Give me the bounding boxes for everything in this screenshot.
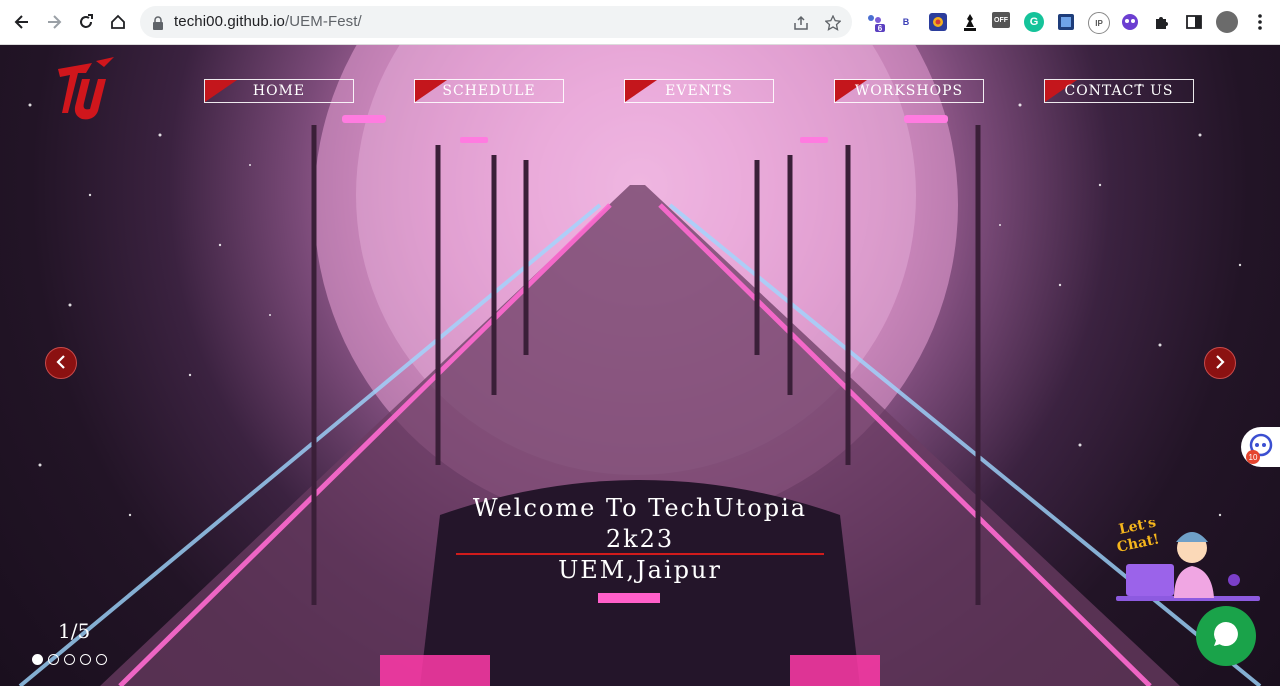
slide-dot-5[interactable] [96,654,107,665]
nav-label: CONTACT US [1064,83,1174,99]
nav-schedule[interactable]: SCHEDULE [414,79,564,103]
share-icon[interactable] [792,14,810,32]
hero-slider: HOME SCHEDULE EVENTS WORKSHOPS CONTACT U… [0,45,1280,686]
slide-dot-3[interactable] [64,654,75,665]
chess-extension-icon[interactable] [960,12,980,32]
site-logo[interactable] [52,55,118,125]
off-extension-icon[interactable]: OFF [992,12,1010,28]
color-extension-icon[interactable] [928,12,948,32]
welcome-line-1: Welcome To TechUtopia 2k23 [472,494,808,553]
nav-workshops[interactable]: WORKSHOPS [834,79,984,103]
chat-bubble-icon [1211,619,1241,653]
background-scene [18,45,1262,686]
forward-icon[interactable] [42,10,66,34]
prev-slide-button[interactable] [45,347,77,379]
address-bar[interactable]: techi00.github.io/UEM-Fest/ [140,6,852,38]
heading-underline [456,553,824,555]
ip-extension-icon[interactable]: IP [1088,12,1110,34]
side-helper-tab[interactable]: 10 [1241,427,1280,467]
ghost-extension-icon[interactable] [1120,12,1140,32]
chat-open-button[interactable] [1196,606,1256,666]
sidepanel-icon[interactable] [1184,12,1204,32]
slide-dot-1[interactable] [32,654,43,665]
back-icon[interactable] [10,10,34,34]
svg-text:6: 6 [878,24,883,32]
chevron-left-icon [55,354,67,373]
nav-label: SCHEDULE [442,83,536,99]
nav-label: EVENTS [665,83,733,99]
more-menu-icon[interactable] [1250,12,1270,32]
nav-events[interactable]: EVENTS [624,79,774,103]
lets-chat-sticker[interactable]: Let's Chat! [1114,514,1262,602]
profile-avatar[interactable] [1216,11,1238,33]
url-text[interactable]: techi00.github.io/UEM-Fest/ [174,13,362,30]
slide-dot-4[interactable] [80,654,91,665]
home-icon[interactable] [106,10,130,34]
nav-contact-us[interactable]: CONTACT US [1044,79,1194,103]
reload-icon[interactable] [74,10,98,34]
db-extension-icon[interactable] [1056,12,1076,32]
grammarly-extension-icon[interactable]: G [1024,12,1044,32]
svg-text:10: 10 [1249,453,1258,462]
nav-label: WORKSHOPS [854,83,964,99]
chevron-right-icon [1214,354,1226,373]
nav-home[interactable]: HOME [204,79,354,103]
slide-dots [32,654,107,665]
bubbles-extension-icon[interactable]: 6 [866,12,886,32]
browser-toolbar: techi00.github.io/UEM-Fest/ 6 B OFF G IP [0,0,1280,45]
next-slide-button[interactable] [1204,347,1236,379]
slide-counter: 1/5 [58,619,91,643]
welcome-line-2: UEM,Jaipur [558,556,722,584]
b-extension-icon[interactable]: B [896,12,916,32]
puzzle-extension-icon[interactable] [1152,12,1172,32]
lock-icon[interactable] [152,15,164,34]
bookmark-star-icon[interactable] [824,14,842,32]
slide-dot-2[interactable] [48,654,59,665]
nav-label: HOME [252,83,306,99]
welcome-heading: Welcome To TechUtopia 2k23 UEM,Jaipur [440,493,840,586]
